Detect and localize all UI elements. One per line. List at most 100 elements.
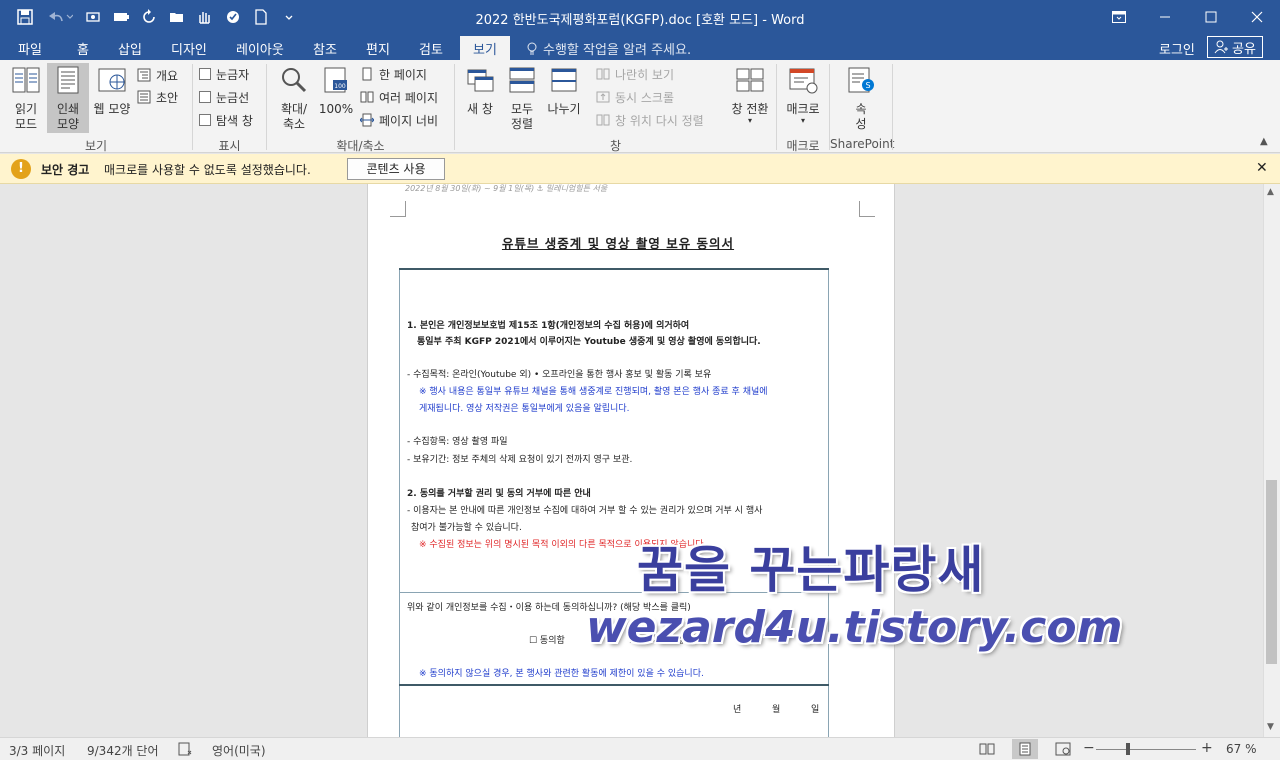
warning-message: 매크로를 사용할 수 없도록 설정했습니다. [104, 163, 311, 177]
tab-file[interactable]: 파일 [18, 39, 42, 58]
ribbon-tabs: 파일 홈 삽입 디자인 레이아웃 참조 편지 검토 보기 수행할 작업을 알려 … [0, 34, 1280, 60]
new-window-icon [467, 69, 494, 92]
close-icon[interactable] [1234, 0, 1280, 34]
window-controls [1096, 0, 1280, 34]
retention-line: - 보유기간: 정보 주체의 삭제 요청이 있기 전까지 영구 보관. [407, 455, 633, 465]
tab-home[interactable]: 홈 [77, 39, 89, 58]
sync-scroll-label: 동시 스크롤 [615, 90, 675, 105]
login-link[interactable]: 로그인 [1159, 39, 1195, 58]
nav-pane-label: 탐색 창 [216, 113, 253, 128]
zoom-out-button[interactable]: − [1083, 740, 1095, 756]
tab-references[interactable]: 참조 [313, 39, 337, 58]
zoom-100-button[interactable]: 100 100% [317, 66, 355, 132]
scrollbar-thumb[interactable] [1266, 480, 1277, 664]
side-by-side-button[interactable]: 나란히 보기 [596, 65, 674, 83]
sync-scroll-button[interactable]: 동시 스크롤 [596, 88, 674, 106]
read-mode-button[interactable]: 읽기 모드 [6, 66, 46, 132]
section2-line1: - 이용자는 본 안내에 따른 개인정보 수집에 대하여 거부 할 수 있는 권… [407, 506, 763, 516]
ribbon: 읽기 모드 인쇄 모양 웹 모양 개요 초안 보기 눈금자 눈금선 탐색 창 표… [0, 60, 1280, 153]
warning-icon: ! [11, 159, 31, 179]
page-count[interactable]: 3/3 페이지 [9, 742, 65, 759]
macro-group-label: 매크로 [786, 139, 820, 153]
scroll-down-icon[interactable]: ▼ [1267, 722, 1274, 732]
draft-button[interactable]: 초안 [137, 88, 178, 106]
zoom-label: 확대/ 축소 [280, 102, 308, 131]
table-top-border [399, 268, 829, 270]
collapse-ribbon-icon[interactable]: ▲ [1260, 136, 1268, 147]
document-heading: 유튜브 생중계 및 영상 촬영 보유 동의서 [501, 236, 735, 251]
properties-button[interactable]: S 속 성 [839, 66, 883, 132]
page-width-label: 페이지 너비 [379, 113, 439, 128]
group-separator [892, 64, 893, 150]
nav-pane-checkbox[interactable]: 탐색 창 [199, 111, 253, 129]
tell-me-text: 수행할 작업을 알려 주세요. [543, 43, 692, 58]
new-window-label: 새 창 [467, 102, 493, 116]
outline-button[interactable]: 개요 [137, 66, 178, 84]
magnifier-icon [282, 68, 307, 93]
zoom-in-button[interactable]: + [1201, 740, 1213, 756]
maximize-icon[interactable] [1188, 0, 1234, 34]
macros-button[interactable]: 매크로 ▾ [781, 66, 825, 132]
margin-corner-left [390, 201, 406, 217]
ruler-check[interactable] [199, 68, 211, 80]
web-layout-view-icon[interactable] [1055, 742, 1071, 759]
tab-review[interactable]: 검토 [419, 39, 443, 58]
watermark-url: wezard4u.tistory.com [586, 602, 1123, 653]
split-button[interactable]: 나누기 [544, 66, 584, 132]
sharepoint-group-label: SharePoint [830, 137, 895, 151]
multi-page-icon [360, 91, 374, 103]
gridlines-checkbox[interactable]: 눈금선 [199, 88, 249, 106]
multi-page-button[interactable]: 여러 페이지 [360, 88, 438, 106]
tell-me-box[interactable]: 수행할 작업을 알려 주세요. [526, 39, 691, 58]
reset-window-button[interactable]: 창 위치 다시 정렬 [596, 111, 704, 129]
proofing-icon[interactable] [178, 742, 194, 759]
new-window-button[interactable]: 새 창 [462, 66, 498, 132]
ribbon-display-icon[interactable] [1096, 0, 1142, 34]
agree-checkbox[interactable]: ☐ 동의함 [529, 633, 565, 646]
minimize-icon[interactable] [1142, 0, 1188, 34]
read-mode-icon [12, 67, 40, 93]
share-button[interactable]: 공유 [1207, 36, 1263, 58]
zoom-level[interactable]: 67 % [1226, 742, 1257, 756]
status-bar: 3/3 페이지 9/342개 단어 영어(미국) − + 67 % [0, 737, 1280, 760]
section2-line2: 참여가 불가능할 수 있습니다. [411, 523, 522, 533]
print-layout-icon [57, 66, 79, 94]
tab-design[interactable]: 디자인 [171, 39, 207, 58]
zoom-group-label: 확대/축소 [336, 139, 385, 153]
zoom-slider-thumb[interactable] [1126, 743, 1130, 755]
nav-pane-check[interactable] [199, 114, 211, 126]
close-warning-icon[interactable]: ✕ [1256, 160, 1268, 176]
switch-windows-button[interactable]: 창 전환 ▾ [727, 66, 773, 132]
watermark-korean: 꿈을 꾸는파랑새 [637, 541, 985, 599]
tab-view[interactable]: 보기 [460, 36, 510, 60]
document-header-text: 2022년 8월 30일(화) ~ 9월 1일(목) ⚓ 밀레니엄힐튼 서울 [405, 184, 608, 193]
warning-title: 보안 경고 [41, 163, 90, 177]
tab-mailings[interactable]: 편지 [366, 39, 390, 58]
show-group-label: 표시 [218, 139, 241, 153]
read-mode-view-icon[interactable] [979, 742, 995, 759]
gridlines-check[interactable] [199, 91, 211, 103]
date-month: 월 [772, 705, 781, 715]
language[interactable]: 영어(미국) [212, 742, 266, 759]
tab-insert[interactable]: 삽입 [118, 39, 142, 58]
ruler-label: 눈금자 [216, 67, 250, 82]
document-page[interactable]: 2022년 8월 30일(화) ~ 9월 1일(목) ⚓ 밀레니엄힐튼 서울 유… [367, 184, 895, 737]
ruler-checkbox[interactable]: 눈금자 [199, 65, 249, 83]
word-count[interactable]: 9/342개 단어 [87, 742, 159, 759]
arrange-all-button[interactable]: 모두 정렬 [503, 66, 541, 132]
zoom-button[interactable]: 확대/ 축소 [273, 66, 315, 132]
side-by-side-label: 나란히 보기 [615, 67, 675, 82]
switch-windows-icon [736, 68, 764, 92]
zoom-slider-track[interactable] [1096, 749, 1196, 750]
vertical-scrollbar[interactable]: ▲ ▼ [1263, 184, 1280, 737]
web-layout-button[interactable]: 웹 모양 [91, 66, 133, 132]
print-layout-button[interactable]: 인쇄 모양 [47, 63, 89, 133]
one-page-button[interactable]: 한 페이지 [360, 65, 427, 83]
enable-content-button[interactable]: 콘텐츠 사용 [347, 158, 445, 180]
view-group-label: 보기 [84, 139, 108, 153]
print-layout-view-icon[interactable] [1012, 739, 1038, 759]
page-width-button[interactable]: 페이지 너비 [360, 111, 438, 129]
tab-layout[interactable]: 레이아웃 [236, 39, 284, 58]
macros-label: 매크로 [786, 102, 820, 116]
scroll-up-icon[interactable]: ▲ [1267, 187, 1274, 197]
